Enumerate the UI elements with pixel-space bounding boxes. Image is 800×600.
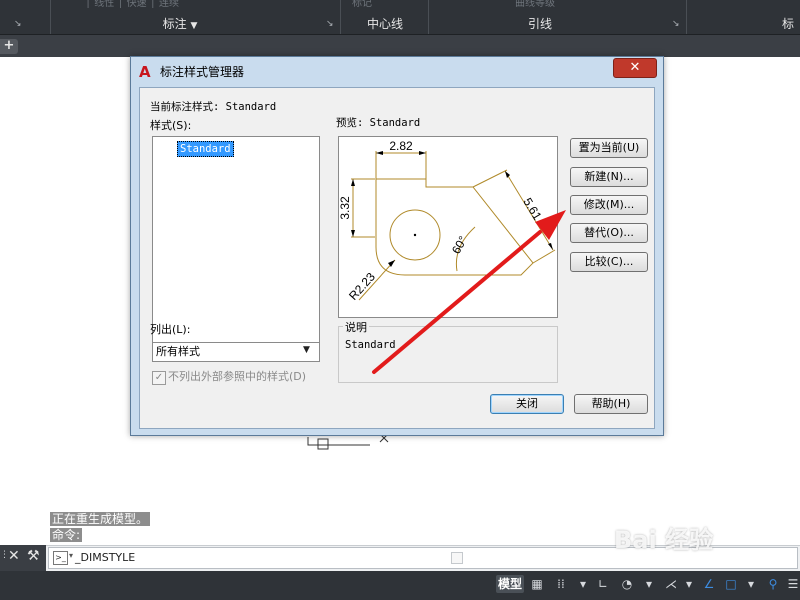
chevron-down-icon: ▼ [303,345,310,355]
description-label: 说明 [343,319,369,335]
exclude-xref-checkbox[interactable]: ✓ [152,371,166,385]
object-snap-tracking-icon[interactable]: ∠ [700,574,718,594]
ribbon: │ 线性 │ 快速 │ 连续 标记 曲线等级 ↘ ↘ ↘ 标注 ▼ 中心线 引线… [0,0,800,35]
description-text: Standard [345,339,396,351]
command-line-tools: ⋮ ✕ ⚒ [0,545,46,571]
dim-top-text: 2.82 [389,139,413,153]
preview-drawing: 2.82 3.32 5.61 60° R2.23 [338,139,556,303]
description-group: 说明 Standard [338,319,558,383]
panel-title-partial[interactable]: 标 [776,15,800,33]
list-dropdown-value: 所有样式 [156,345,200,358]
chevron-down-icon[interactable]: ▾ [742,574,760,594]
baidu-watermark: Bai 经验 [614,526,714,554]
wrench-icon[interactable]: ⚒ [27,548,40,564]
file-tab-strip [0,35,800,57]
dialog-body: 当前标注样式: Standard 样式(S): 预览: Standard Sta… [139,87,655,429]
workspace-icon[interactable]: ☰ [784,574,800,594]
annotation-scale-icon[interactable]: ⚲ [764,574,782,594]
chevron-down-icon[interactable]: ▾ [574,574,592,594]
isodraft-icon[interactable]: ⋌ [662,574,680,594]
modify-button[interactable]: 修改(M)... [570,195,648,215]
history-line: 正在重生成模型。 [50,512,151,526]
chevron-down-icon[interactable]: ▾ [680,574,698,594]
dim-angle-text: 60° [449,233,470,256]
panel-title-dimension[interactable]: 标注 ▼ [140,15,220,33]
new-button[interactable]: 新建(N)... [570,167,648,187]
override-button[interactable]: 替代(O)... [570,223,648,243]
current-style-label: 当前标注样式: Standard [150,101,277,113]
history-line: 命令: [50,528,83,542]
panel-expand-icon[interactable]: ↘ [326,19,334,29]
object-snap-icon[interactable]: □ [722,574,740,594]
styles-label: 样式(S): [150,119,192,132]
autocad-logo-icon: A [139,63,151,81]
set-current-button[interactable]: 置为当前(U) [570,138,648,158]
ribbon-ghost-label: 曲线等级 [515,0,555,8]
ortho-mode-icon[interactable]: ∟ [594,574,612,594]
chevron-down-icon[interactable]: ▾ [69,551,73,560]
model-space-button[interactable]: 模型 [496,575,524,593]
list-label: 列出(L): [150,323,191,336]
close-icon[interactable]: ✕ [613,58,657,78]
style-preview: 2.82 3.32 5.61 60° R2.23 [338,136,558,318]
dim-left-text: 3.32 [339,196,352,220]
dimension-style-manager-dialog: A 标注样式管理器 ✕ 当前标注样式: Standard 样式(S): 预览: … [130,56,664,436]
snap-mode-icon[interactable]: ⁞⁞ [552,574,570,594]
close-button[interactable]: 关闭 [490,394,564,414]
help-button[interactable]: 帮助(H) [574,394,648,414]
style-list-item[interactable]: Standard [177,141,234,157]
compare-button[interactable]: 比较(C)... [570,252,648,272]
dim-radius-text: R2.23 [346,270,378,303]
chevron-down-icon[interactable]: ▾ [640,574,658,594]
exclude-xref-label: 不列出外部参照中的样式(D) [168,370,307,383]
chevron-down-icon: ▼ [190,21,198,31]
panel-title-label: 标注 [162,17,187,31]
preview-label: 预览: Standard [336,117,421,129]
command-prompt-icon[interactable]: >_ [53,551,68,565]
panel-title-centerline[interactable]: 中心线 [350,15,420,33]
polar-tracking-icon[interactable]: ◔ [618,574,636,594]
dialog-title: 标注样式管理器 [160,65,245,79]
panel-expand-icon[interactable]: ↘ [672,19,680,29]
close-icon[interactable]: ✕ [8,548,20,564]
command-input-value: _DIMSTYLE [75,551,136,564]
styles-listbox[interactable]: Standard [152,136,320,348]
ribbon-ghost-label: 标记 [352,0,372,8]
panel-expand-icon[interactable]: ↘ [14,19,22,29]
new-tab-button[interactable]: + [0,39,18,54]
grid-icon[interactable]: ▦ [528,574,546,594]
panel-title-leader[interactable]: 引线 [510,15,570,33]
list-dropdown[interactable]: 所有样式 ▼ [152,342,320,362]
ribbon-ghost-row: │ 线性 │ 快速 │ 连续 [85,0,179,8]
dim-right-text: 5.61 [520,195,544,223]
scroll-thumb[interactable] [451,552,463,564]
